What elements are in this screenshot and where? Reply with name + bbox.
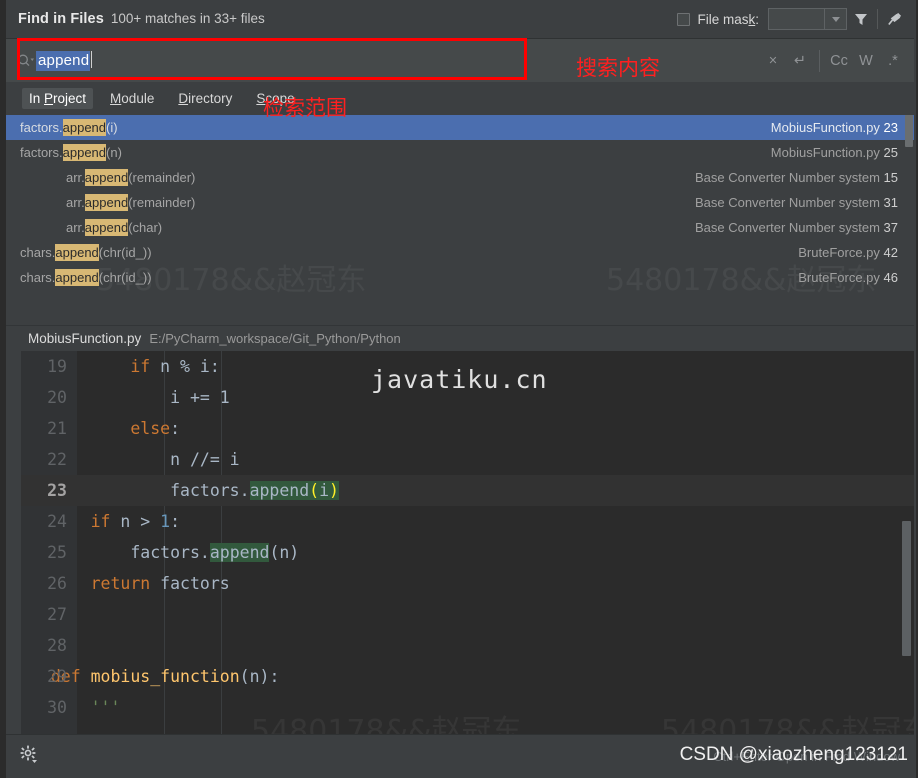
search-input-value: append [36, 51, 91, 71]
code-line: 28 [21, 630, 914, 661]
newline-button[interactable]: ↵ [787, 46, 813, 76]
line-number: 20 [47, 388, 67, 407]
code-line: 26 return factors [21, 568, 914, 599]
filter-button[interactable] [847, 4, 875, 34]
line-number: 22 [47, 450, 67, 469]
line-number: 29 [47, 667, 67, 686]
search-icon-button[interactable] [6, 53, 36, 68]
result-code: factors.append(n) [20, 144, 122, 161]
file-mask-input[interactable] [768, 8, 824, 30]
code-line: 21 else: [21, 413, 914, 444]
editor-scrollbar[interactable] [902, 521, 911, 656]
search-bar[interactable]: append × ↵ Cc W .* [6, 38, 914, 82]
preview-file-name: MobiusFunction.py [28, 331, 142, 346]
csdn-watermark: CSDN @xiaozheng123121 [679, 744, 908, 765]
file-mask-label: File mask: [697, 11, 759, 27]
find-in-files-dialog: Find in Files 100+ matches in 33+ files … [0, 0, 918, 778]
result-location: MobiusFunction.py 25 [770, 145, 898, 160]
table-row[interactable]: factors.append(n) MobiusFunction.py 25 [6, 140, 914, 165]
filter-icon [855, 14, 867, 25]
file-mask-checkbox[interactable] [677, 12, 691, 26]
code-line: 22 n //= i [21, 444, 914, 475]
scope-tab-in-project[interactable]: In Project [22, 88, 94, 109]
options-divider [819, 49, 820, 72]
table-row[interactable]: arr.append(char) Base Converter Number s… [6, 215, 914, 240]
code-line: 30 ''' [21, 692, 914, 723]
match-case-toggle[interactable]: Cc [826, 46, 852, 76]
result-code: arr.append(char) [66, 219, 163, 236]
settings-button[interactable] [20, 745, 38, 768]
code-line: 27 [21, 599, 914, 630]
result-code: chars.append(chr(id_)) [20, 244, 152, 261]
search-results-list[interactable]: 5480178&&赵冠东 5480178&&赵冠东 factors.append… [6, 115, 914, 325]
result-code: arr.append(remainder) [66, 169, 196, 186]
scope-tab-module[interactable]: Module [103, 88, 161, 109]
result-location: MobiusFunction.py 23 [770, 120, 898, 135]
line-number: 23 [47, 481, 67, 500]
result-location: Base Converter Number system 37 [694, 220, 898, 235]
result-location: Base Converter Number system 31 [694, 195, 898, 210]
search-option-buttons: × ↵ Cc W .* [760, 39, 914, 82]
line-number: 30 [47, 698, 67, 717]
table-row[interactable]: factors.append(i) MobiusFunction.py 23 [6, 115, 914, 140]
header-controls: File mask: [677, 4, 914, 34]
dialog-header: Find in Files 100+ matches in 33+ files … [6, 0, 914, 38]
chevron-down-icon [831, 16, 840, 22]
pin-button[interactable] [880, 4, 908, 34]
line-number: 25 [47, 543, 67, 562]
scope-tabs: In Project Module Directory Scope [6, 82, 914, 115]
line-number: 21 [47, 419, 67, 438]
line-number: 27 [47, 605, 67, 624]
results-scrollbar[interactable] [905, 115, 913, 147]
line-number: 28 [47, 636, 67, 655]
code-line: 24 if n > 1: [21, 506, 914, 537]
code-text: factors.append(i) [170, 481, 339, 500]
result-code: factors.append(i) [20, 119, 118, 136]
code-line: 29 def mobius_function(n): [21, 661, 914, 692]
result-code: arr.append(remainder) [66, 194, 196, 211]
header-title-group: Find in Files 100+ matches in 33+ files [6, 11, 265, 27]
whole-words-toggle[interactable]: W [853, 46, 879, 76]
preview-file-path-bar: MobiusFunction.py E:/PyCharm_workspace/G… [6, 325, 914, 351]
code-preview[interactable]: 5480178&&赵冠东 5480178&&赵冠东 5480178&&赵冠东 5… [21, 351, 914, 734]
result-location: BruteForce.py 42 [798, 245, 898, 260]
match-summary: 100+ matches in 33+ files [110, 11, 265, 26]
code-line-current: 23 factors.append(i) [21, 475, 914, 506]
search-input[interactable]: append [36, 51, 93, 71]
line-number: 26 [47, 574, 67, 593]
table-row[interactable]: chars.append(chr(id_)) BruteForce.py 46 [6, 265, 914, 290]
file-mask-group[interactable]: File mask: [677, 12, 759, 27]
scope-tab-directory[interactable]: Directory [171, 88, 239, 109]
line-number: 24 [47, 512, 67, 531]
gear-icon [20, 745, 37, 763]
annotation-search-scope: 检索范围 [263, 96, 347, 120]
text-caret [91, 51, 93, 68]
clear-search-button[interactable]: × [760, 46, 786, 76]
pin-icon [887, 12, 901, 25]
table-row[interactable]: chars.append(chr(id_)) BruteForce.py 42 [6, 240, 914, 265]
regex-toggle[interactable]: .* [880, 46, 906, 76]
page-title: Find in Files [18, 11, 104, 27]
result-location: BruteForce.py 46 [798, 270, 898, 285]
result-code: chars.append(chr(id_)) [20, 269, 152, 286]
line-number: 19 [47, 357, 67, 376]
annotation-search-content: 搜索内容 [576, 56, 660, 80]
file-mask-dropdown[interactable] [824, 8, 847, 30]
site-watermark: javatiku.cn [371, 365, 548, 394]
header-divider [877, 9, 878, 29]
search-icon [18, 54, 34, 67]
preview-file-directory: E:/PyCharm_workspace/Git_Python/Python [149, 331, 401, 346]
table-row[interactable]: arr.append(remainder) Base Converter Num… [6, 165, 914, 190]
result-location: Base Converter Number system 15 [694, 170, 898, 185]
code-line: 25 factors.append(n) [21, 537, 914, 568]
table-row[interactable]: arr.append(remainder) Base Converter Num… [6, 190, 914, 215]
